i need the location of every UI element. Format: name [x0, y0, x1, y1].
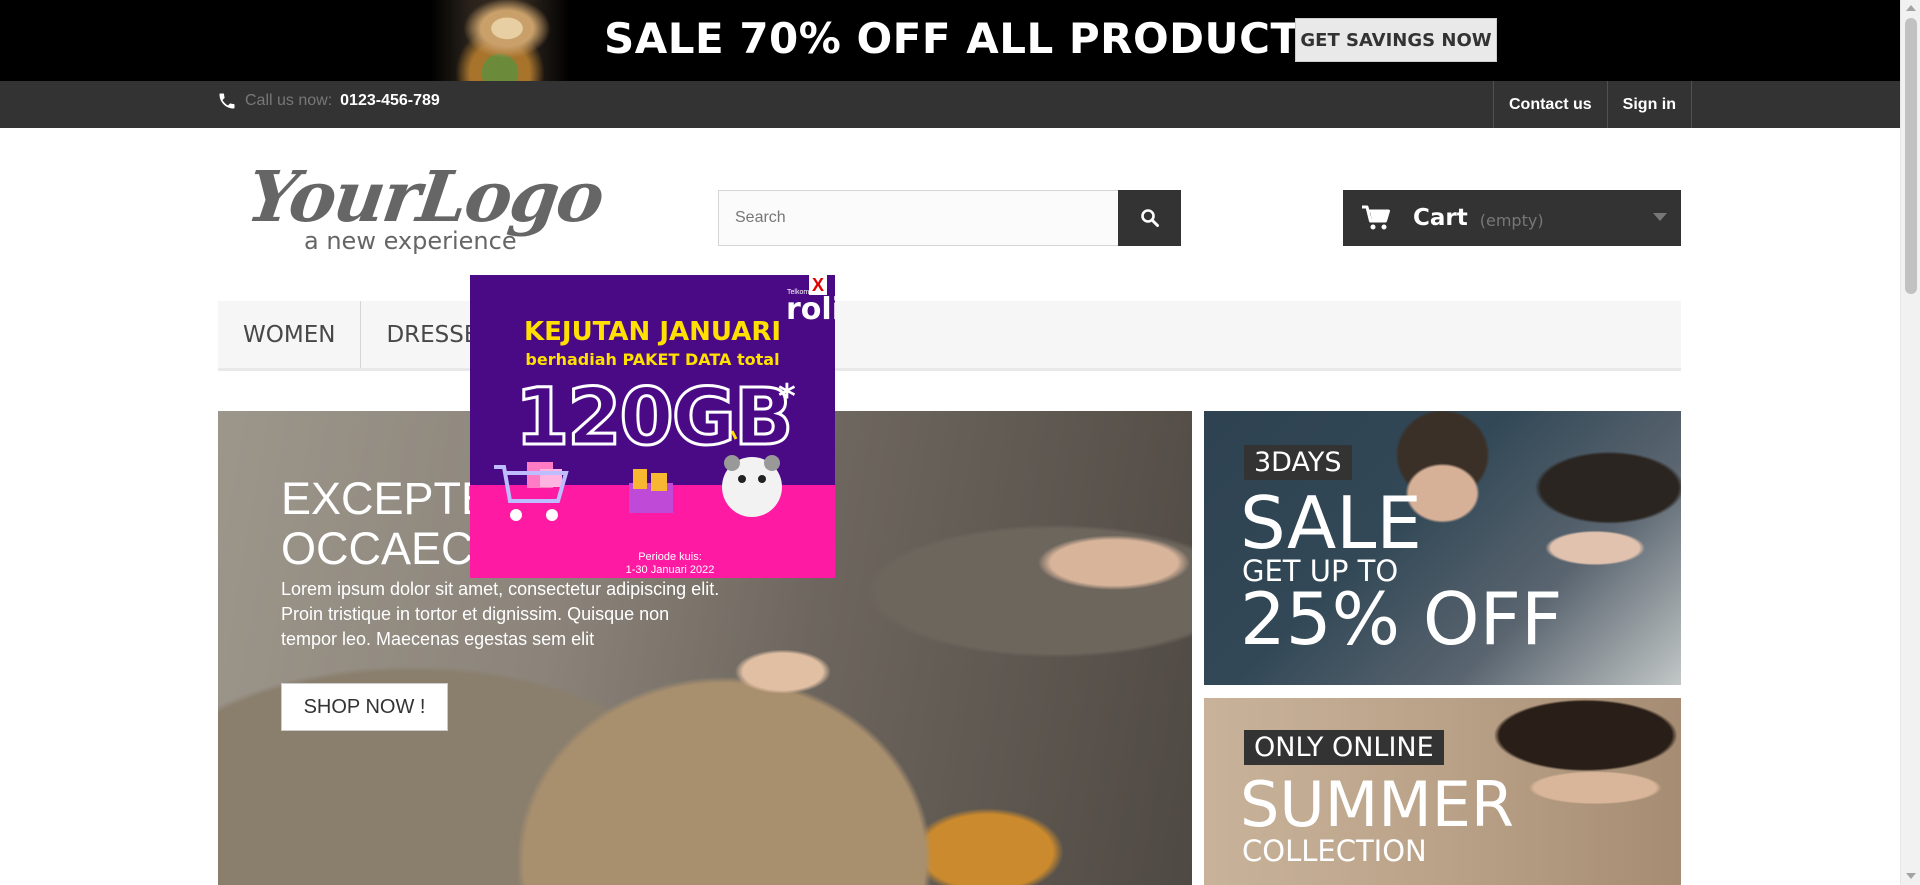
sale-banner[interactable]: 3DAYS SALE GET UP TO 25% OFF [1204, 411, 1681, 685]
page-scrollbar[interactable] [1900, 0, 1920, 885]
popup-title: KEJUTAN JANUARI [523, 317, 782, 347]
scrollbar-thumb[interactable] [1905, 18, 1917, 294]
sale-title: SALE [1240, 481, 1422, 565]
page: SALE 70% OFF ALL PRODUCTS GET SAVINGS NO… [0, 0, 1920, 885]
popup-period: Periode kuis: 1-30 Januari 2022 [600, 551, 740, 577]
site-logo[interactable]: YourLogo a new experience [242, 155, 608, 260]
summer-title: SUMMER [1240, 768, 1514, 841]
cart-label: Cart [1413, 205, 1468, 231]
sale-discount: 25% OFF [1240, 577, 1563, 661]
slide-title-line1: EXCEPTE [281, 473, 492, 524]
contact-us-link[interactable]: Contact us [1493, 81, 1607, 128]
main-menu: WOMEN DRESSES [218, 301, 1681, 371]
slide-title: EXCEPTE OCCAEC [281, 474, 491, 574]
cart-icon [1362, 205, 1390, 230]
popup-subtitle: berhadiah PAKET DATA total [525, 350, 780, 369]
promo-text: SALE 70% OFF ALL PRODUCTS [604, 14, 1331, 63]
cart-status: (empty) [1479, 210, 1544, 230]
scroll-down-icon[interactable] [1906, 873, 1916, 879]
menu-item-women[interactable]: WOMEN [218, 301, 362, 368]
phone-number: 0123-456-789 [340, 92, 440, 109]
summer-collection: COLLECTION [1242, 834, 1427, 868]
promo-model-image [430, 0, 570, 81]
popup-period-dates: 1-30 Januari 2022 [625, 564, 715, 576]
call-us: Call us now: 0123-456-789 [217, 91, 440, 111]
shopping-cart-icon [494, 462, 569, 521]
popup-amount: 120GB [513, 372, 794, 465]
call-label: Call us now: [245, 92, 333, 109]
sale-badge: 3DAYS [1244, 445, 1352, 480]
top-nav-bar: Call us now: 0123-456-789 Contact us Sig… [0, 81, 1900, 128]
search-input[interactable] [718, 190, 1119, 246]
shop-now-button[interactable]: SHOP NOW ! [281, 683, 448, 731]
slide-text: Lorem ipsum dolor sit amet, consectetur … [281, 579, 720, 649]
slide-title-line2: OCCAEC [281, 523, 474, 574]
scroll-up-icon[interactable] [1906, 5, 1916, 11]
cart-button[interactable]: Cart (empty) [1343, 190, 1681, 246]
gift-box-icon [629, 469, 673, 513]
logo-wordmark: YourLogo [242, 155, 608, 238]
popup-period-label: Periode kuis: [638, 551, 702, 563]
logo-tagline: a new experience [304, 227, 517, 255]
phone-icon [219, 93, 235, 109]
search-icon [1140, 209, 1159, 227]
promo-banner[interactable]: SALE 70% OFF ALL PRODUCTS GET SAVINGS NO… [0, 0, 1900, 81]
get-savings-button[interactable]: GET SAVINGS NOW [1295, 18, 1497, 62]
nav-links: Contact us Sign in [1493, 81, 1692, 128]
popup-asterisk: * [778, 377, 796, 417]
summer-banner[interactable]: ONLY ONLINE SUMMER COLLECTION [1204, 698, 1681, 885]
sign-in-link[interactable]: Sign in [1606, 81, 1692, 128]
popup-ad[interactable]: X Telkom roli KEJUTAN JANUARI berhadiah … [470, 275, 835, 578]
search-button[interactable] [1118, 190, 1181, 246]
chevron-down-icon [1653, 213, 1667, 221]
only-online-badge: ONLY ONLINE [1244, 730, 1444, 765]
